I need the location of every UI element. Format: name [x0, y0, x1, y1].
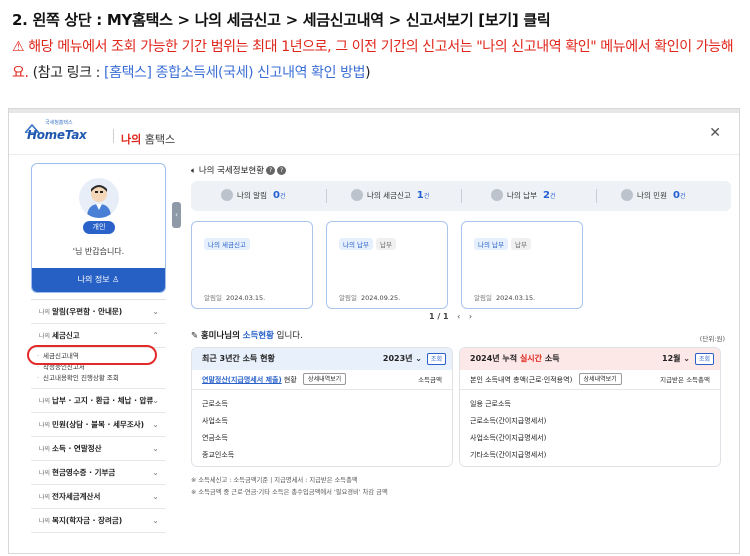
sidebar-item-payment[interactable]: 나의 납부 · 고지 · 환급 · 체납 · 압류 ⌄	[31, 389, 166, 413]
notice-card[interactable]: 나의 세금신고 알림일 2024.03.15.	[191, 221, 313, 309]
income-row: 근로소득	[202, 400, 228, 408]
month-select[interactable]: 12월 ⌄	[662, 348, 690, 370]
panel-header: 2024년 누적 실시간 소득 12월 ⌄ 조회	[460, 348, 720, 370]
chevron-up-icon: ⌃	[152, 331, 159, 340]
greeting-text: '님 반갑습니다.	[72, 247, 125, 256]
speaker-icon: 🔈︎	[191, 166, 197, 176]
chevron-down-icon: ⌄	[152, 468, 159, 477]
collapse-sidebar-button[interactable]: ‹	[172, 202, 181, 228]
sidebar-menu: 나의알림(우편함 · 안내문) ⌄ 나의세금신고 ⌃ 세금신고내역 작성중인신고…	[31, 299, 166, 533]
avatar	[79, 178, 119, 218]
ref-prefix: (참고 링크 :	[28, 65, 105, 81]
close-icon[interactable]: ✕	[709, 125, 721, 141]
panel-header: 최근 3년간 소득 현황 2023년 ⌄ 조회	[192, 348, 452, 370]
income-section-title: ✎ 홍미나님의 소득현황 입니다.	[191, 331, 303, 341]
chevron-down-icon: ⌄	[152, 492, 159, 501]
stat-payment[interactable]: 나의 납부 2건	[491, 181, 555, 211]
highlight-circle	[27, 345, 157, 365]
year-select[interactable]: 2023년 ⌄	[383, 348, 422, 370]
profile-card: 개인 '님 반갑습니다. 나의 정보 ♙	[31, 163, 166, 293]
status-summary-bar: 나의 알림 0건 나의 세금신고 1건 나의 납부 2건 나의 민원 0건	[191, 181, 731, 211]
footnote: ※ 소득세신고 : 소득금액기준 | 지급명세서 : 지급받은 소득총액	[191, 477, 358, 484]
sidebar-item-civil[interactable]: 나의 민원(상담 · 불복 · 세무조사) ⌄	[31, 413, 166, 437]
income-row: 사업소득(간이지급명세서)	[470, 434, 547, 442]
logo-text: HomeTax	[27, 128, 87, 142]
article-text: 2. 왼쪽 상단 : MY홈택스 > 나의 세금신고 > 세금신고내역 > 신고…	[12, 8, 742, 86]
stat-civil[interactable]: 나의 민원 0건	[621, 181, 685, 211]
chevron-down-icon: ⌄	[152, 420, 159, 429]
user-type-badge: 개인	[83, 221, 115, 234]
step-description: ⚠ 해당 메뉴에서 조회 가능한 기간 범위는 최대 1년으로, 그 이전 기간…	[12, 34, 742, 86]
reference-link[interactable]: [홈택스] 종합소득세(국세) 신고내역 확인 방법	[104, 65, 365, 81]
income-realtime-panel: 2024년 누적 실시간 소득 12월 ⌄ 조회 본인 소득내역 총액(근로·인…	[459, 347, 721, 467]
sidebar-item-receipts[interactable]: 나의 현금영수증 · 기부금 ⌄	[31, 461, 166, 485]
income-row: 종교인소득	[202, 451, 235, 459]
income-row: 연금소득	[202, 434, 228, 442]
panel-subheader: 연말정산(지급명세서 제출) 현황 상세내역보기 소득금액	[192, 370, 452, 390]
status-section-title: 🔈︎ 나의 국세정보현황??	[191, 164, 287, 176]
sidebar-item-welfare[interactable]: 나의 복지(학자금 · 장려금) ⌄	[31, 509, 166, 533]
income-row: 일용 근로소득	[470, 400, 511, 408]
edit-icon: ✎	[191, 331, 199, 341]
prev-page-button[interactable]: ‹	[457, 312, 460, 321]
next-page-button[interactable]: ›	[469, 312, 472, 321]
detail-button[interactable]: 상세내역보기	[578, 373, 622, 385]
chat-icon	[621, 189, 633, 201]
chevron-down-icon: ⌄	[152, 396, 159, 405]
document-icon	[351, 189, 363, 201]
query-button[interactable]: 조회	[694, 353, 714, 365]
panel-subheader: 본인 소득내역 총액(근로·인적용역) 상세내역보기 지급받은 소득총액	[460, 370, 720, 390]
sidebar-item-income[interactable]: 나의 소득 · 연말정산 ⌄	[31, 437, 166, 461]
help-icon[interactable]: ?	[277, 166, 287, 175]
logo-small-text: 국세청홈택스	[45, 120, 73, 126]
income-row: 근로소득(간이지급명세서)	[470, 417, 547, 425]
chevron-down-icon: ⌄	[152, 307, 159, 316]
help-icon[interactable]: ?	[266, 166, 276, 175]
income-3year-panel: 최근 3년간 소득 현황 2023년 ⌄ 조회 연말정산(지급명세서 제출) 현…	[191, 347, 453, 467]
bell-icon	[221, 189, 233, 201]
submenu-review-progress[interactable]: 신고내용확인 진행상황 조회	[31, 373, 166, 384]
footnote: ※ 소득금액 중 근로·연금·기타 소득은 총수입금액에서 '필요경비' 차감 …	[191, 489, 388, 496]
logo-divider	[113, 129, 114, 143]
window-header: 국세청홈택스 HomeTax 나의 홈택스 ✕	[9, 113, 739, 155]
stat-tax-filing[interactable]: 나의 세금신고 1건	[351, 181, 429, 211]
unit-note: (단위:원)	[699, 335, 725, 343]
query-button[interactable]: 조회	[426, 353, 446, 365]
sidebar-item-notice[interactable]: 나의 알림(우편함 · 안내문) ⌄	[31, 300, 166, 324]
ref-suffix: )	[365, 65, 371, 81]
my-hometax-title: 나의 홈택스	[121, 133, 176, 146]
card-pager: 1 / 1 ‹ ›	[429, 312, 473, 321]
detail-button[interactable]: 상세내역보기	[303, 373, 347, 385]
income-row: 사업소득	[202, 417, 228, 425]
step-heading: 2. 왼쪽 상단 : MY홈택스 > 나의 세금신고 > 세금신고내역 > 신고…	[12, 11, 551, 29]
stat-notifications[interactable]: 나의 알림 0건	[221, 181, 285, 211]
hometax-screenshot: 국세청홈택스 HomeTax 나의 홈택스 ✕ 개인 '님 반갑습니다. 나의 …	[8, 108, 740, 554]
user-avatar-icon	[87, 185, 111, 218]
chevron-down-icon: ⌄	[152, 516, 159, 525]
my-info-button[interactable]: 나의 정보 ♙	[32, 268, 165, 292]
chevron-down-icon: ⌄	[152, 444, 159, 453]
notice-card[interactable]: 나의 납부 납부 알림일 2024.09.25.	[326, 221, 448, 309]
notice-card[interactable]: 나의 납부 납부 알림일 2024.03.15.	[461, 221, 583, 309]
hometax-logo[interactable]: 국세청홈택스 HomeTax 나의 홈택스	[25, 119, 175, 149]
income-row: 기타소득(간이지급명세서)	[470, 451, 547, 459]
wallet-icon	[491, 189, 503, 201]
sidebar-item-e-invoice[interactable]: 나의 전자세금계산서 ⌄	[31, 485, 166, 509]
